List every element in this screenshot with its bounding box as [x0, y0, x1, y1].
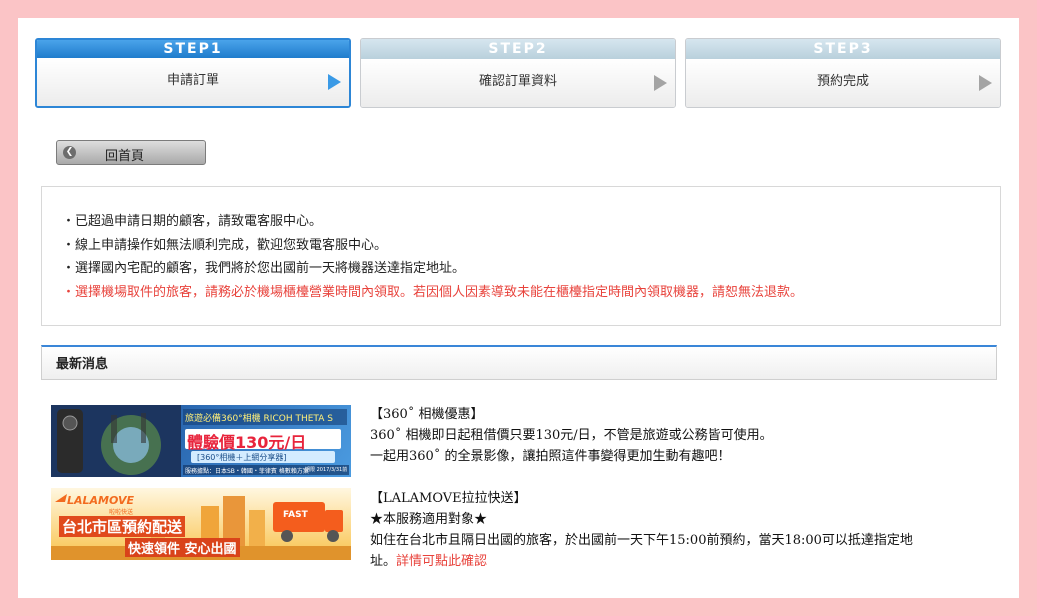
step-3-head: STEP3 [686, 39, 1000, 59]
lalamove-promo-banner[interactable]: LALAMOVE 啦啦快送 台北市區預約配送 快速領件 安心出國 FAST [51, 488, 351, 560]
news-line: 一起用360˚ 的全景影像，讓拍照這件事變得更加生動有趣吧！ [370, 449, 731, 464]
step-progress: STEP1 申請訂單 STEP2 確認訂單資料 STEP3 預約完成 [35, 38, 1001, 108]
news-line: ★本服務適用對象★ [370, 512, 488, 527]
news-title: 【360˚ 相機優惠】 [370, 407, 484, 422]
notice-item: ・線上申請操作如無法順利完成，歡迎您致電客服中心。 [62, 237, 388, 253]
camera-promo-banner[interactable]: 旅遊必備360°相機 RICOH THETA S 體驗價130元/日 [360°… [51, 405, 351, 477]
banner-line-3: [360°相機＋上網分享器] [197, 453, 287, 462]
truck-label: FAST [283, 510, 308, 520]
notice-item-warning: ・選擇機場取件的旅客，請務必於機場櫃檯營業時間內領取。若因個人因素導致未能在櫃檯… [62, 284, 804, 300]
step-2-label: 確認訂單資料 [478, 74, 557, 89]
banner-line-2: 快速領件 安心出國 [125, 538, 240, 557]
banner-line-5: 期限 2017/3/31前 [305, 467, 348, 473]
notice-item: ・選擇國內宅配的顧客，我們將於您出國前一天將機器送達指定地址。 [62, 261, 466, 276]
back-arrow-icon: ❮ [63, 146, 76, 159]
step-1-head: STEP1 [37, 40, 349, 58]
page: STEP1 申請訂單 STEP2 確認訂單資料 STEP3 預約完成 ❮ 回首頁… [18, 18, 1019, 598]
details-link[interactable]: 詳情可點此確認 [396, 554, 487, 569]
news-title: 【LALAMOVE拉拉快送】 [370, 491, 527, 506]
banner-brand-sub: 啦啦快送 [109, 509, 134, 516]
news-line: 址。 [370, 554, 397, 569]
step-1[interactable]: STEP1 申請訂單 [35, 38, 351, 108]
step-2-head: STEP2 [361, 39, 675, 59]
news-header: 最新消息 [41, 345, 997, 380]
play-arrow-icon [654, 75, 667, 91]
news-item-camera: 【360˚ 相機優惠】 360˚ 相機即日起租借價只要130元/日，不管是旅遊或… [370, 404, 990, 467]
banner-brand: LALAMOVE [67, 494, 134, 507]
step-3[interactable]: STEP3 預約完成 [685, 38, 1001, 108]
step-2[interactable]: STEP2 確認訂單資料 [360, 38, 676, 108]
home-button[interactable]: ❮ 回首頁 [56, 140, 206, 165]
step-3-label: 預約完成 [816, 74, 869, 89]
banner-line-1: 台北市區預約配送 [59, 516, 186, 537]
banner-line-1: 旅遊必備360°相機 RICOH THETA S [185, 414, 333, 424]
news-line: 如住在台北市且隔日出國的旅客，於出國前一天下午15:00前預約，當天18:00可… [370, 533, 913, 548]
play-arrow-icon [979, 75, 992, 91]
notice-item: ・已超過申請日期的顧客，請致電客服中心。 [62, 214, 323, 229]
notice-box: ・已超過申請日期的顧客，請致電客服中心。 ・線上申請操作如無法順利完成，歡迎您致… [41, 186, 1001, 326]
home-button-label: 回首頁 [105, 149, 145, 164]
lalamove-logo-icon [55, 494, 67, 502]
banner-line-4: 服務據點：日本SB・韓國・菲律賓 格數賴方案 [185, 468, 309, 475]
play-arrow-icon [328, 74, 341, 90]
step-1-label: 申請訂單 [166, 73, 219, 88]
news-line: 360˚ 相機即日起租借價只要130元/日，不管是旅遊或公務皆可使用。 [370, 428, 773, 443]
banner-price: 體驗價130元/日 [187, 433, 307, 452]
news-item-lalamove: 【LALAMOVE拉拉快送】 ★本服務適用對象★ 如住在台北市且隔日出國的旅客，… [370, 488, 990, 572]
